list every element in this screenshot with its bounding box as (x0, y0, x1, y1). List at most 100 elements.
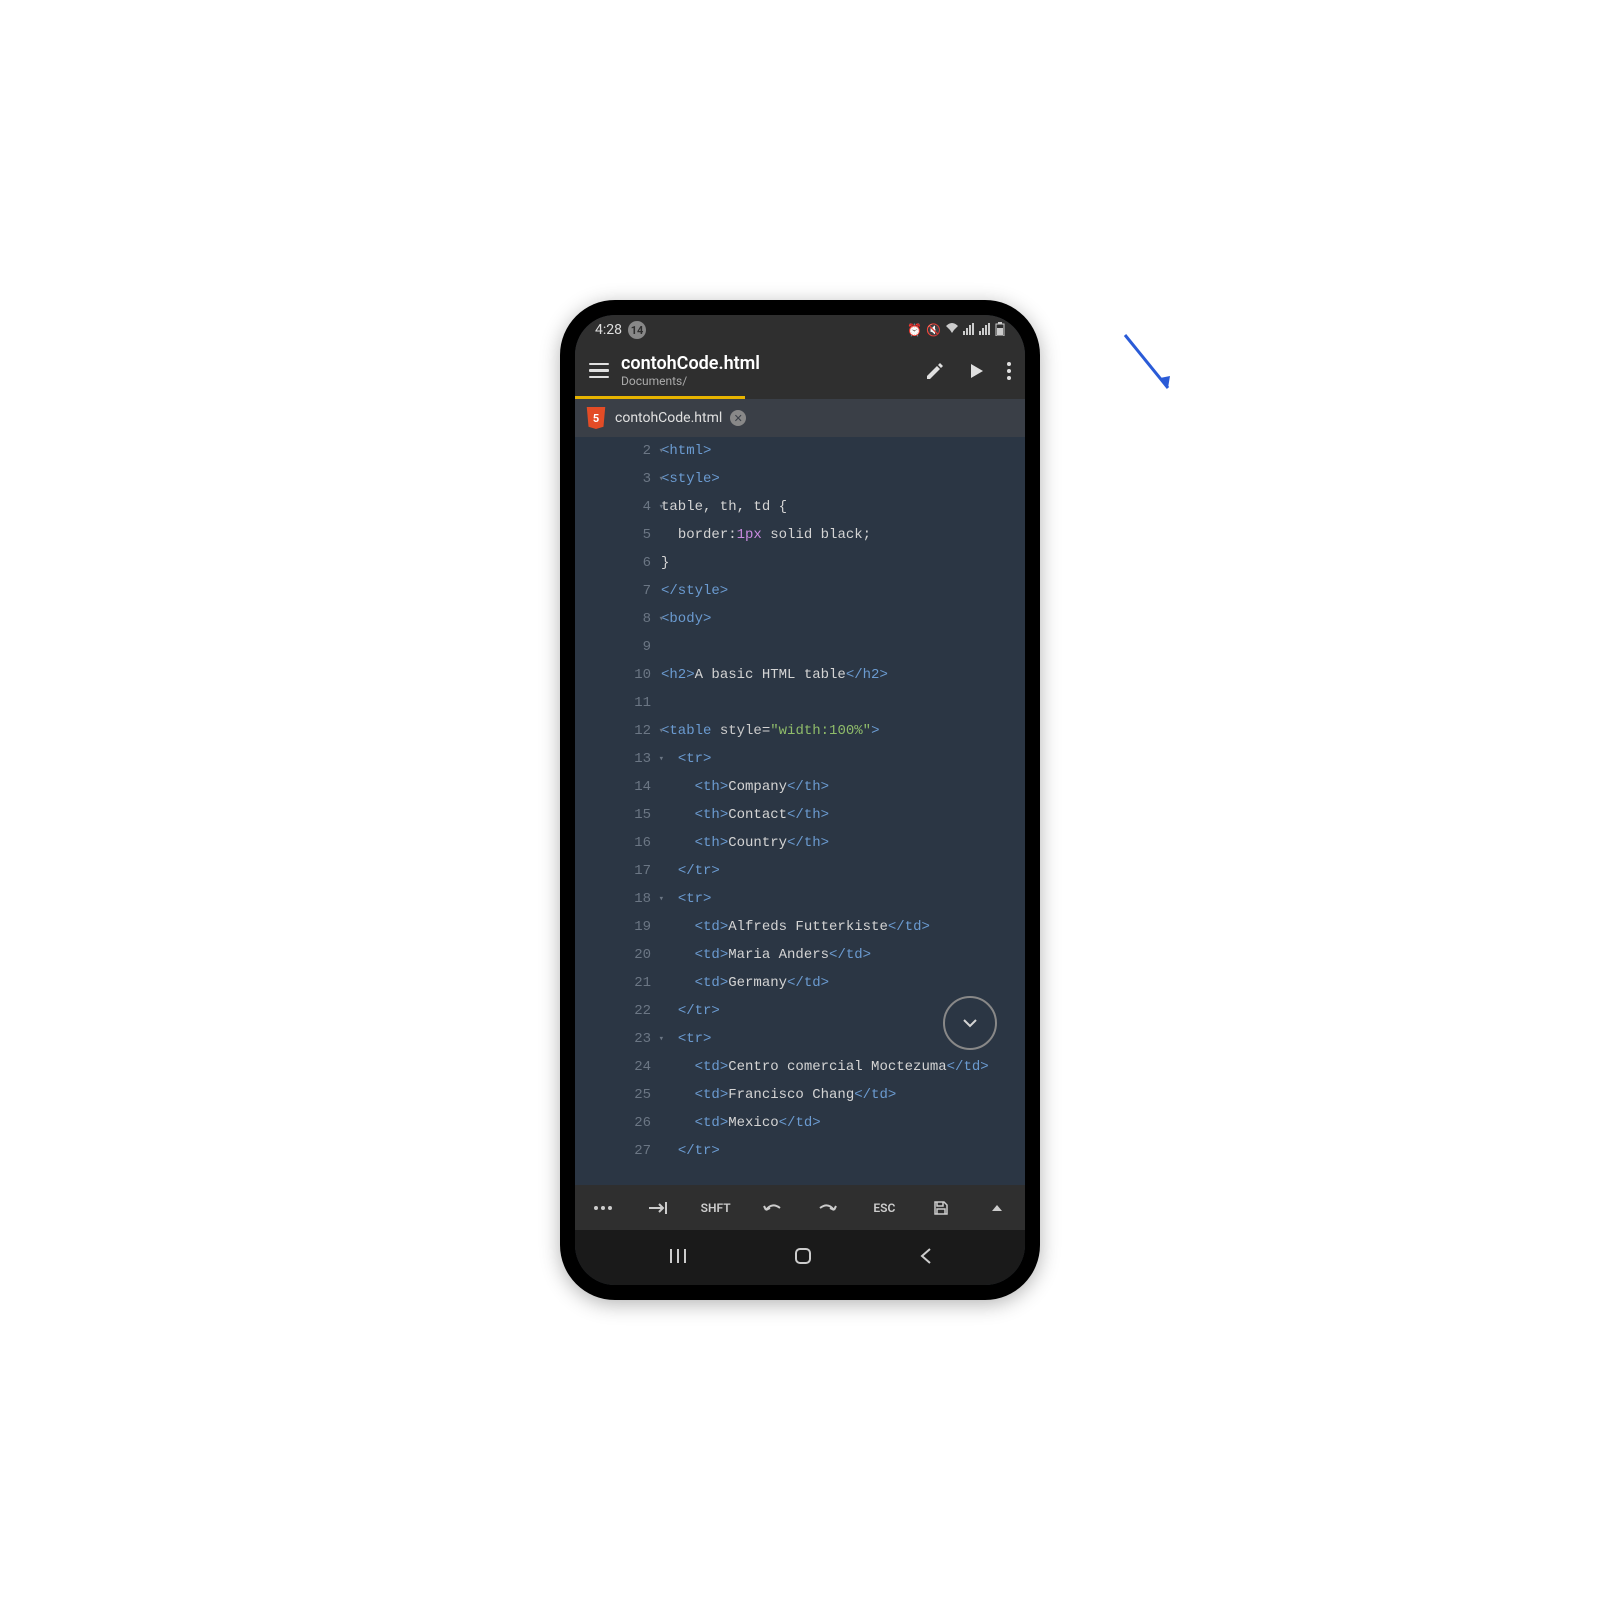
code-line[interactable]: 16 <th>Country</th> (625, 829, 1025, 857)
run-button[interactable] (967, 362, 985, 380)
code-text[interactable]: } (661, 549, 1025, 577)
code-line[interactable]: 8<body> (625, 605, 1025, 633)
code-text[interactable]: <style> (661, 465, 1025, 493)
line-number[interactable]: 13 (625, 745, 661, 773)
line-number[interactable]: 10 (625, 661, 661, 689)
line-number[interactable]: 23 (625, 1025, 661, 1053)
code-text[interactable]: <th>Country</th> (661, 829, 1025, 857)
code-text[interactable]: <td>Alfreds Futterkiste</td> (661, 913, 1025, 941)
line-number[interactable]: 14 (625, 773, 661, 801)
line-number[interactable]: 16 (625, 829, 661, 857)
code-text[interactable]: </style> (661, 577, 1025, 605)
back-icon (918, 1246, 932, 1266)
line-number[interactable]: 12 (625, 717, 661, 745)
shift-button[interactable]: SHFT (696, 1201, 736, 1215)
code-line[interactable]: 5 border:1px solid black; (625, 521, 1025, 549)
code-line[interactable]: 11 (625, 689, 1025, 717)
code-line[interactable]: 19 <td>Alfreds Futterkiste</td> (625, 913, 1025, 941)
back-nav-button[interactable] (918, 1246, 932, 1270)
line-number[interactable]: 3 (625, 465, 661, 493)
triangle-up-icon (991, 1204, 1003, 1212)
line-number[interactable]: 9 (625, 633, 661, 661)
bottom-toolbar: SHFT ESC (575, 1185, 1025, 1230)
code-line[interactable]: 27 </tr> (625, 1137, 1025, 1165)
code-line[interactable]: 15 <th>Contact</th> (625, 801, 1025, 829)
code-content[interactable]: 2<html>3<style>4table, th, td {5 border:… (625, 437, 1025, 1165)
line-number[interactable]: 15 (625, 801, 661, 829)
signal-icon-2 (979, 323, 991, 338)
file-path: Documents/ (621, 374, 913, 388)
code-line[interactable]: 6} (625, 549, 1025, 577)
code-line[interactable]: 4table, th, td { (625, 493, 1025, 521)
code-editor[interactable]: 2<html>3<style>4table, th, td {5 border:… (575, 437, 1025, 1185)
line-number[interactable]: 11 (625, 689, 661, 717)
home-nav-button[interactable] (793, 1246, 813, 1270)
line-number[interactable]: 5 (625, 521, 661, 549)
code-line[interactable]: 21 <td>Germany</td> (625, 969, 1025, 997)
code-line[interactable]: 20 <td>Maria Anders</td> (625, 941, 1025, 969)
line-number[interactable]: 22 (625, 997, 661, 1025)
undo-button[interactable] (752, 1202, 792, 1214)
code-text[interactable]: <tr> (661, 885, 1025, 913)
tab-key-button[interactable] (639, 1202, 679, 1214)
code-line[interactable]: 9 (625, 633, 1025, 661)
edit-button[interactable] (925, 361, 945, 381)
code-text[interactable]: <td>Centro comercial Moctezuma</td> (661, 1053, 1025, 1081)
line-number[interactable]: 18 (625, 885, 661, 913)
code-line[interactable]: 17 </tr> (625, 857, 1025, 885)
line-number[interactable]: 20 (625, 941, 661, 969)
line-number[interactable]: 24 (625, 1053, 661, 1081)
line-number[interactable]: 26 (625, 1109, 661, 1137)
line-number[interactable]: 17 (625, 857, 661, 885)
code-text[interactable]: <td>Germany</td> (661, 969, 1025, 997)
arrow-annotation (1120, 330, 1180, 400)
esc-button[interactable]: ESC (864, 1201, 904, 1215)
code-line[interactable]: 2<html> (625, 437, 1025, 465)
line-number[interactable]: 19 (625, 913, 661, 941)
code-text[interactable]: <td>Mexico</td> (661, 1109, 1025, 1137)
code-text[interactable]: </tr> (661, 857, 1025, 885)
code-text[interactable]: table, th, td { (661, 493, 1025, 521)
redo-button[interactable] (808, 1202, 848, 1214)
line-number[interactable]: 4 (625, 493, 661, 521)
code-line[interactable]: 25 <td>Francisco Chang</td> (625, 1081, 1025, 1109)
code-line[interactable]: 18 <tr> (625, 885, 1025, 913)
status-left: 4:28 14 (595, 321, 646, 339)
code-text[interactable]: <tr> (661, 745, 1025, 773)
code-text[interactable]: <html> (661, 437, 1025, 465)
more-toolbar-button[interactable] (583, 1206, 623, 1210)
code-text[interactable]: <th>Contact</th> (661, 801, 1025, 829)
tab-close-button[interactable]: ✕ (730, 410, 746, 426)
code-text[interactable]: <body> (661, 605, 1025, 633)
code-text[interactable]: <td>Maria Anders</td> (661, 941, 1025, 969)
screen: 4:28 14 ⏰ 🔇 (575, 315, 1025, 1285)
tab-name[interactable]: contohCode.html (615, 410, 722, 426)
menu-button[interactable] (589, 363, 609, 379)
code-line[interactable]: 10<h2>A basic HTML table</h2> (625, 661, 1025, 689)
line-number[interactable]: 7 (625, 577, 661, 605)
code-line[interactable]: 14 <th>Company</th> (625, 773, 1025, 801)
line-number[interactable]: 27 (625, 1137, 661, 1165)
line-number[interactable]: 6 (625, 549, 661, 577)
scroll-down-fab[interactable] (943, 996, 997, 1050)
code-line[interactable]: 12<table style="width:100%"> (625, 717, 1025, 745)
collapse-up-button[interactable] (977, 1204, 1017, 1212)
more-button[interactable] (1007, 362, 1011, 380)
code-line[interactable]: 7</style> (625, 577, 1025, 605)
recents-nav-button[interactable] (668, 1246, 688, 1270)
code-text[interactable]: <h2>A basic HTML table</h2> (661, 661, 1025, 689)
line-number[interactable]: 2 (625, 437, 661, 465)
code-text[interactable]: <table style="width:100%"> (661, 717, 1025, 745)
code-line[interactable]: 24 <td>Centro comercial Moctezuma</td> (625, 1053, 1025, 1081)
code-text[interactable]: border:1px solid black; (661, 521, 1025, 549)
code-line[interactable]: 13 <tr> (625, 745, 1025, 773)
code-line[interactable]: 3<style> (625, 465, 1025, 493)
line-number[interactable]: 25 (625, 1081, 661, 1109)
code-line[interactable]: 26 <td>Mexico</td> (625, 1109, 1025, 1137)
code-text[interactable]: <td>Francisco Chang</td> (661, 1081, 1025, 1109)
line-number[interactable]: 21 (625, 969, 661, 997)
line-number[interactable]: 8 (625, 605, 661, 633)
save-button[interactable] (921, 1200, 961, 1216)
code-text[interactable]: </tr> (661, 1137, 1025, 1165)
code-text[interactable]: <th>Company</th> (661, 773, 1025, 801)
